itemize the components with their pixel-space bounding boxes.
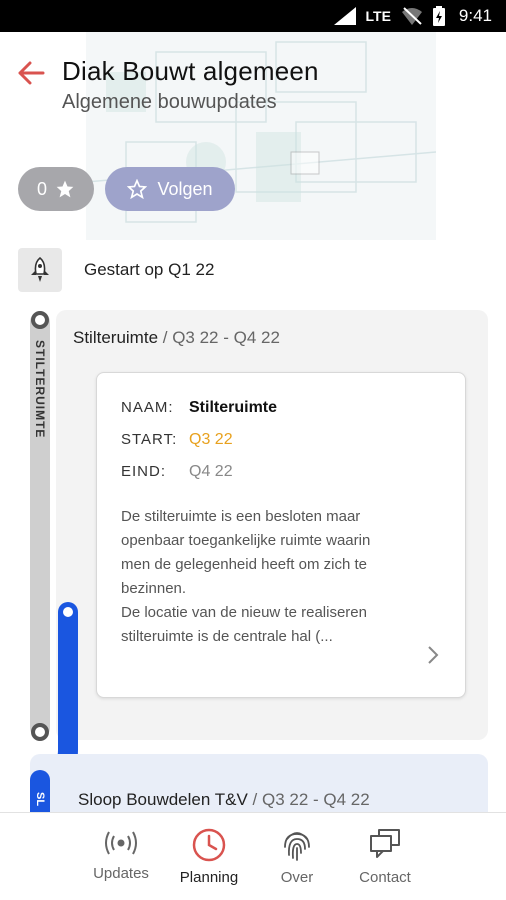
nav-planning-label: Planning: [179, 869, 239, 886]
clock: 9:41: [458, 6, 492, 25]
timeline-label-text: STILTERUIMTE: [33, 340, 47, 439]
name-value: Stilteruimte: [189, 399, 278, 416]
rocket-badge: [18, 248, 62, 292]
next-phase-title: Sloop Bouwdelen T&V / Q3 22 - Q4 22: [78, 790, 370, 810]
next-timeline-label: SL: [34, 792, 46, 807]
nav-over-label: Over: [280, 869, 314, 886]
end-row: EIND: Q4 22: [121, 463, 233, 481]
broadcast-icon: [105, 831, 137, 855]
nav-updates[interactable]: Updates: [77, 813, 165, 900]
nav-planning[interactable]: Planning: [165, 813, 253, 900]
follow-label: Volgen: [157, 178, 213, 199]
follow-button[interactable]: Volgen: [105, 167, 235, 211]
start-row: START: Q3 22: [121, 431, 233, 449]
network-type: LTE: [365, 8, 391, 24]
project-header: Diak Bouwt algemeen Algemene bouwupdates…: [0, 32, 506, 240]
next-phase-period: Q3 22 - Q4 22: [261, 790, 370, 809]
end-value: Q4 22: [189, 463, 233, 480]
wifi-off-icon: [401, 7, 422, 25]
favorite-count: 0: [36, 178, 47, 199]
next-phase-name: Sloop Bouwdelen T&V: [78, 790, 248, 809]
battery-charging-icon: [432, 6, 445, 26]
bottom-navigation: Updates Planning Over Contact: [0, 812, 506, 900]
started-row: Gestart op Q1 22: [18, 248, 214, 292]
favorite-count-button[interactable]: 0: [18, 167, 94, 211]
timeline-vertical-label: STILTERUIMTE: [30, 340, 50, 480]
status-bar: LTE 9:41: [0, 0, 506, 32]
fingerprint-icon: [284, 832, 310, 861]
phase-title: Stilteruimte / Q3 22 - Q4 22: [73, 328, 280, 348]
timeline-start-node: [31, 311, 49, 329]
phase-separator: /: [158, 328, 173, 347]
started-label: Gestart op Q1 22: [84, 260, 215, 279]
phase-card[interactable]: NAAM: Stilteruimte START: Q3 22 EIND: Q4…: [96, 372, 466, 698]
star-filled-icon: [56, 180, 74, 198]
phase-description: De stilteruimte is een besloten maar ope…: [121, 508, 371, 645]
phase-name: Stilteruimte: [73, 328, 159, 347]
nav-over[interactable]: Over: [253, 813, 341, 900]
progress-node: [59, 603, 77, 621]
nav-updates-label: Updates: [93, 865, 149, 882]
page-title: Diak Bouwt algemeen: [62, 56, 319, 86]
back-button[interactable]: [14, 56, 48, 90]
start-value: Q3 22: [189, 431, 233, 448]
start-key: START:: [121, 431, 178, 448]
clock-icon: [192, 828, 226, 862]
end-key: EIND:: [121, 463, 167, 480]
name-key: NAAM:: [121, 399, 174, 416]
arrow-left-icon: [18, 61, 45, 85]
nav-contact-label: Contact: [359, 869, 411, 886]
chevron-right-icon: [428, 646, 439, 664]
page-subtitle: Algemene bouwupdates: [62, 91, 277, 113]
signal-icon: [333, 7, 356, 25]
chat-icon: [370, 829, 400, 858]
rocket-icon: [31, 257, 49, 282]
nav-contact[interactable]: Contact: [341, 813, 429, 900]
star-outline-icon: [127, 179, 148, 199]
name-row: NAAM: Stilteruimte: [121, 399, 277, 417]
next-phase-separator: /: [247, 790, 262, 809]
phase-period: Q3 22 - Q4 22: [172, 328, 280, 347]
